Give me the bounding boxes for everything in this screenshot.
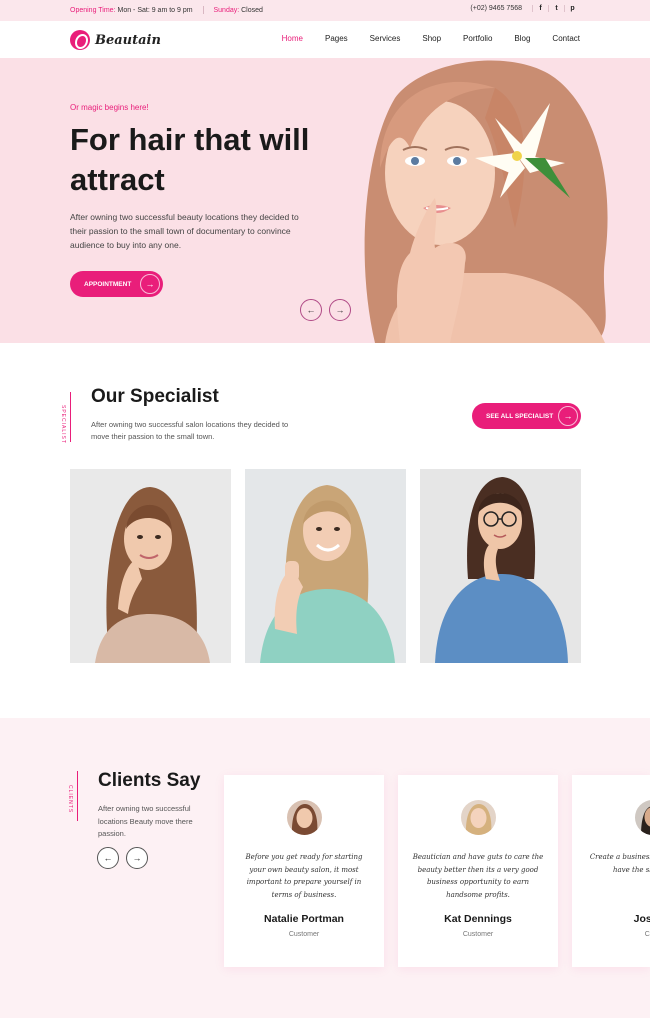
opening-value: Mon - Sat: 9 am to 9 pm	[117, 6, 193, 14]
nav-contact[interactable]: Contact	[552, 34, 580, 43]
contact-social: (+02) 9465 7568 f t p	[470, 5, 580, 12]
testimonial-quote: Beautician and have guts to care the bea…	[412, 853, 544, 899]
hero-section: Or magic begins here! For hair that will…	[0, 58, 650, 343]
nav-services[interactable]: Services	[370, 34, 401, 43]
facebook-icon[interactable]: f	[532, 5, 548, 12]
sunday-value: Closed	[241, 6, 263, 14]
clients-description: After owning two successful locations Be…	[98, 804, 193, 838]
appointment-button[interactable]: APPOINTMENT →	[70, 271, 163, 297]
hero-title: For hair that will attract	[70, 122, 310, 197]
logo-icon	[70, 30, 90, 50]
nav-shop[interactable]: Shop	[422, 34, 441, 43]
avatar	[461, 800, 496, 835]
specialist-side-label: SPECIALIST	[60, 405, 66, 444]
pinterest-icon[interactable]: p	[564, 5, 580, 12]
top-bar: Opening Time: Mon - Sat: 9 am to 9 pm Su…	[0, 0, 650, 21]
twitter-icon[interactable]: t	[548, 5, 564, 12]
specialist-description: After owning two successful salon locati…	[91, 420, 289, 441]
arrow-right-icon: →	[132, 853, 142, 863]
testimonial-card: Beautician and have guts to care the bea…	[398, 775, 558, 967]
specialist-title: Our Specialist	[91, 386, 219, 407]
clients-side-line	[77, 771, 78, 821]
opening-hours: Opening Time: Mon - Sat: 9 am to 9 pm Su…	[70, 6, 263, 14]
logo[interactable]: Beautain	[70, 30, 161, 50]
testimonial-quote: Create a business to it for Better C hav…	[589, 853, 650, 874]
arrow-right-icon: →	[335, 305, 345, 315]
testimonial-name: Kat Dennings	[444, 913, 512, 925]
hero-description: After owning two successful beauty locat…	[70, 212, 299, 250]
specialist-card[interactable]	[245, 469, 406, 663]
testimonial-name: Joshua	[633, 913, 650, 925]
hero-prev-button[interactable]: ←	[300, 299, 322, 321]
arrow-left-icon: ←	[306, 305, 316, 315]
clients-side-label: CLIENTS	[67, 785, 73, 814]
opening-label: Opening Time:	[70, 6, 116, 14]
avatar	[635, 800, 650, 835]
appointment-button-label: APPOINTMENT	[84, 280, 132, 288]
hero-tagline: Or magic begins here!	[70, 103, 149, 112]
testimonial-role: Cust	[644, 931, 650, 938]
testimonial-name: Natalie Portman	[264, 913, 344, 925]
phone-number[interactable]: (+02) 9465 7568	[470, 5, 522, 12]
see-all-specialist-button[interactable]: SEE ALL SPECIALIST →	[472, 403, 581, 429]
testimonial-quote: Before you get ready for starting your o…	[245, 853, 363, 899]
arrow-left-icon: ←	[103, 853, 113, 863]
specialist-card[interactable]	[70, 469, 231, 663]
see-all-specialist-label: SEE ALL SPECIALIST	[486, 412, 554, 420]
main-header: Beautain Home Pages Services Shop Portfo…	[0, 21, 650, 58]
main-nav: Home Pages Services Shop Portfolio Blog …	[260, 34, 580, 43]
testimonial-card: Before you get ready for starting your o…	[224, 775, 384, 967]
specialist-card[interactable]	[420, 469, 581, 663]
arrow-right-icon: →	[140, 274, 160, 294]
nav-portfolio[interactable]: Portfolio	[463, 34, 492, 43]
testimonial-role: Customer	[288, 931, 320, 938]
hero-next-button[interactable]: →	[329, 299, 351, 321]
divider	[202, 6, 204, 14]
specialist-side-line	[70, 392, 71, 442]
specialist-photo	[245, 469, 406, 663]
arrow-right-icon: →	[558, 406, 578, 426]
sunday-label: Sunday:	[213, 6, 240, 14]
clients-title: Clients Say	[98, 770, 201, 791]
clients-prev-button[interactable]: ←	[97, 847, 119, 869]
nav-home[interactable]: Home	[282, 34, 303, 43]
specialist-photo	[70, 469, 231, 663]
clients-next-button[interactable]: →	[126, 847, 148, 869]
hero-model-photo	[355, 58, 650, 343]
testimonial-role: Customer	[462, 931, 494, 938]
logo-text: Beautain	[95, 32, 161, 48]
specialist-photo	[420, 469, 581, 663]
avatar	[287, 800, 322, 835]
nav-blog[interactable]: Blog	[514, 34, 530, 43]
testimonial-card: Create a business to it for Better C hav…	[572, 775, 650, 967]
nav-pages[interactable]: Pages	[325, 34, 348, 43]
